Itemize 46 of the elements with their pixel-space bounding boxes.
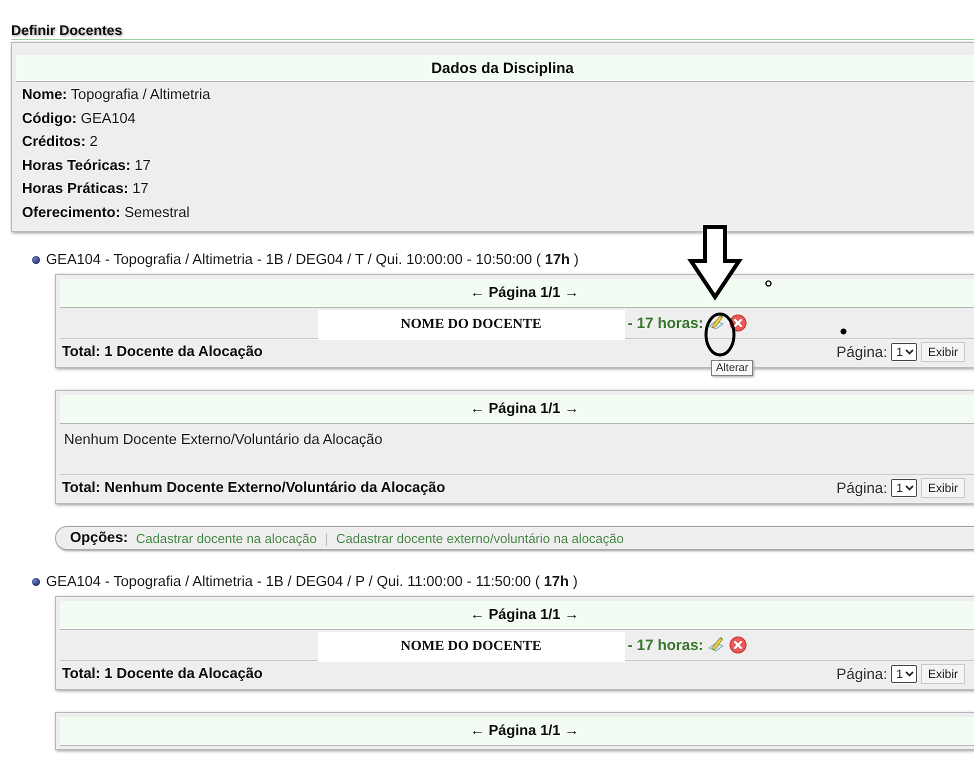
empty-message: Nenhum Docente Externo/Voluntário da Alocação — [63, 431, 384, 450]
discipline-field: Nome: Topografia / Altimetria — [22, 84, 974, 108]
allocation-heading: GEA104 - Topografia / Altimetria - 1B / DEG04 / T / Qui. 10:00:00 - 10:50:00 ( 17h ) — [46, 252, 579, 268]
page-select[interactable]: 1 — [891, 343, 917, 361]
teacher-name: NOME DO DOCENTE — [318, 632, 625, 662]
pager[interactable]: ← Página 1/1 → — [60, 717, 974, 746]
page-select[interactable]: 1 — [891, 665, 917, 683]
discipline-field: Oferecimento: Semestral — [22, 202, 974, 225]
page-label: Página: — [836, 666, 888, 682]
discipline-field: Créditos: 2 — [22, 131, 974, 154]
chevron-icon — [904, 671, 914, 677]
show-button[interactable]: Exibir — [920, 478, 965, 498]
pager[interactable]: ← Página 1/1 → — [60, 601, 974, 630]
chevron-icon — [904, 485, 914, 491]
bullet-icon — [32, 256, 40, 264]
pencil-paper-icon[interactable] — [707, 314, 726, 332]
total-label: Total: Nenhum Docente Externo/Voluntário da Alocação — [62, 480, 446, 496]
page-label: Página: — [836, 344, 888, 360]
hours-label: - 17 horas: — [628, 636, 704, 654]
hours-label: - 17 horas: — [628, 314, 704, 332]
discipline-field: Horas Práticas: 17 — [22, 178, 974, 202]
chevron-icon — [904, 349, 914, 355]
total-label: Total: 1 Docente da Alocação — [62, 344, 263, 360]
delete-icon[interactable] — [729, 314, 748, 332]
pager[interactable]: ← Página 1/1 → — [60, 395, 974, 424]
page-select[interactable]: 1 — [891, 479, 917, 497]
option-link[interactable]: Cadastrar docente externo/voluntário na alocação — [336, 530, 624, 546]
pager[interactable]: ← Página 1/1 → — [60, 279, 974, 308]
link-separator: | — [324, 530, 328, 546]
dot-drawing — [765, 280, 772, 287]
options-label: Opções: — [70, 530, 128, 546]
discipline-field: Horas Teóricas: 17 — [22, 154, 974, 178]
circle-mark-drawing — [704, 312, 736, 357]
total-label: Total: 1 Docente da Alocação — [62, 666, 263, 682]
show-button[interactable]: Exibir — [920, 664, 965, 684]
panel-header: Dados da Disciplina — [16, 55, 974, 82]
teacher-name: NOME DO DOCENTE — [318, 310, 625, 340]
page-title: Definir Docentes — [11, 22, 974, 40]
show-button[interactable]: Exibir — [920, 342, 965, 362]
allocation-heading: GEA104 - Topografia / Altimetria - 1B / DEG04 / P / Qui. 11:00:00 - 11:50:00 ( 17h ) — [46, 574, 578, 590]
discipline-field: Código: GEA104 — [22, 108, 974, 131]
bullet-icon — [32, 578, 40, 586]
dot-drawing — [840, 328, 847, 335]
option-link[interactable]: Cadastrar docente na alocação — [136, 530, 317, 546]
tooltip: Alterar — [711, 360, 754, 376]
page-label: Página: — [836, 480, 888, 496]
